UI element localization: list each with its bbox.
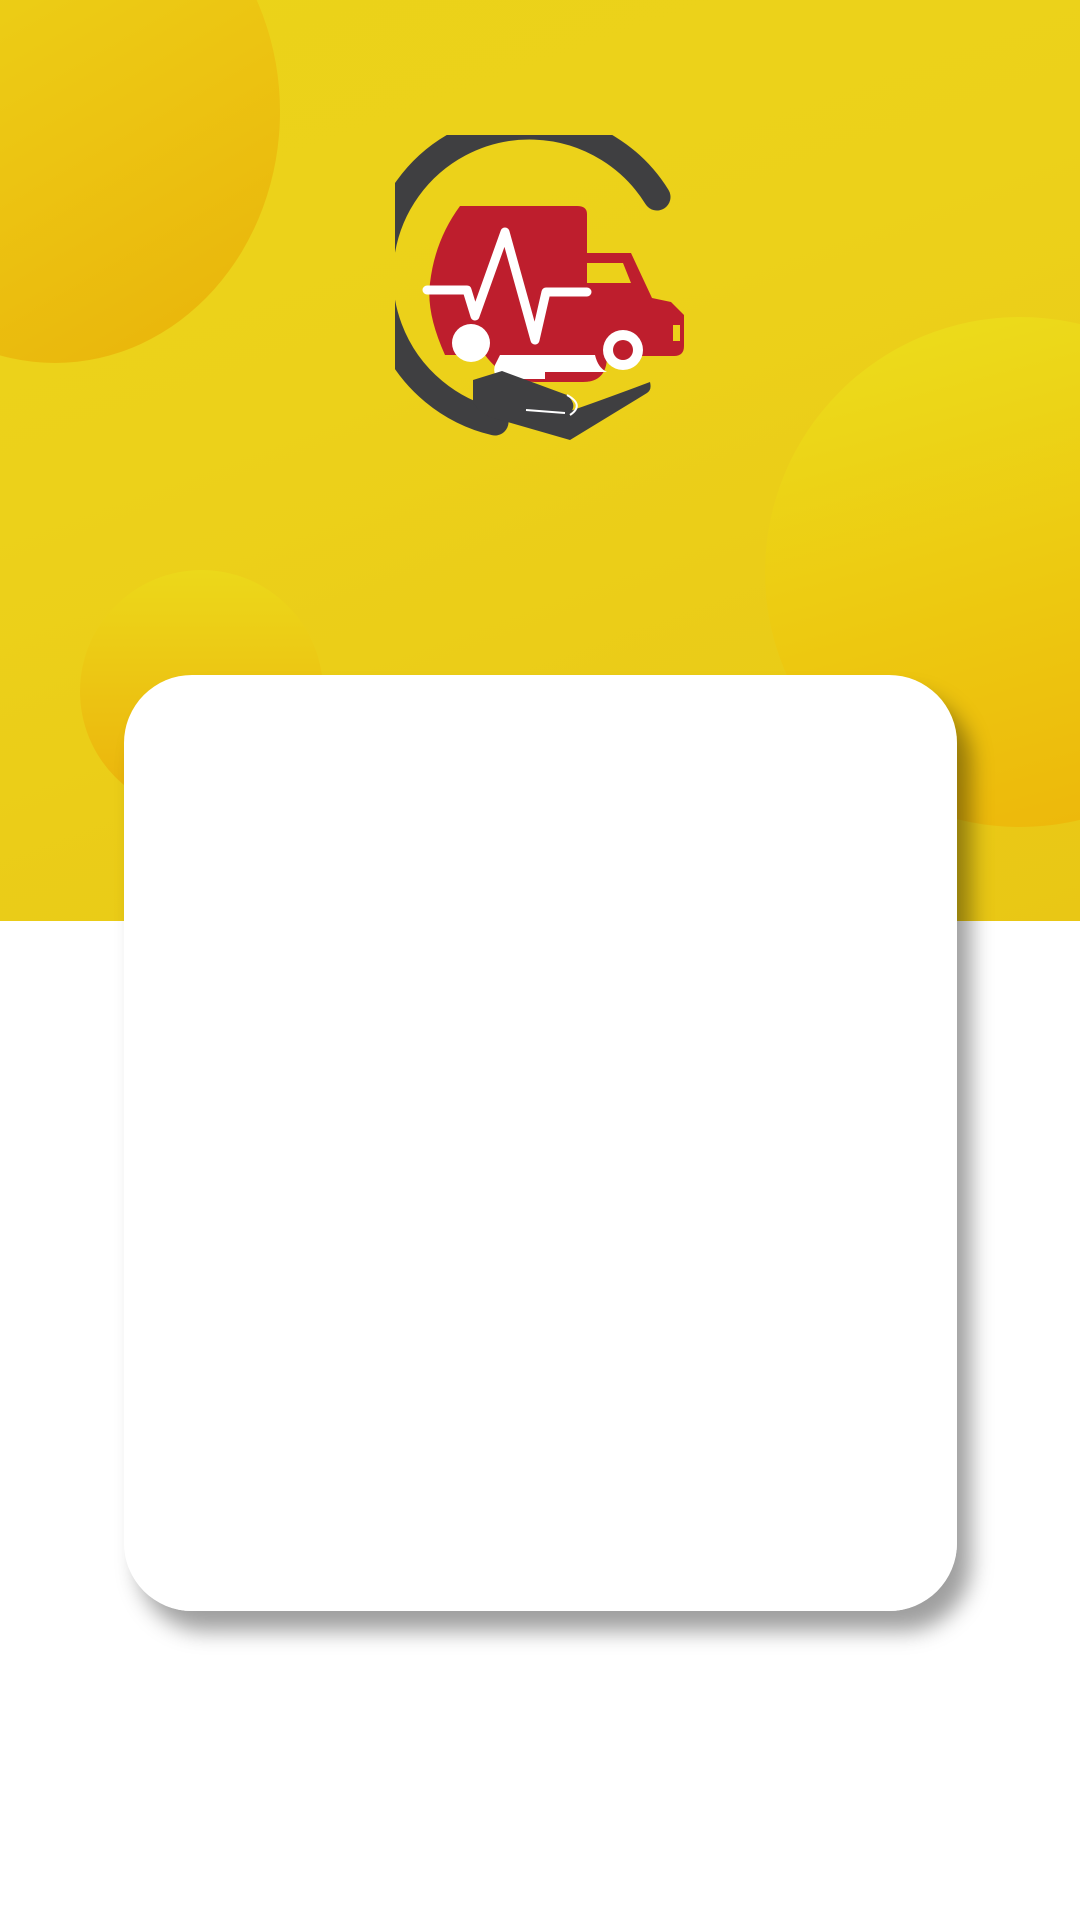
decorative-circle-top-left xyxy=(0,0,280,363)
ambulance-care-hand-icon xyxy=(395,135,695,445)
content-card xyxy=(124,675,957,1611)
